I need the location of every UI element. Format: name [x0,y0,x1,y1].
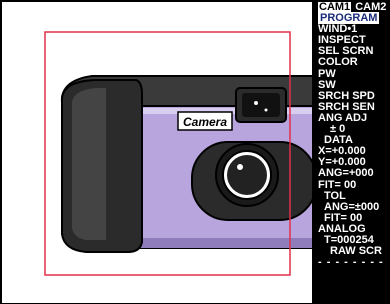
lens [191,141,312,221]
settings-menu: CAM1 CAM2 PROGRAM WIND•1 INSPECT SEL SCR… [312,0,390,304]
camera-illustration: Camera [44,31,312,276]
data-ang-value: ANG=+000 [318,167,374,180]
viewfinder [235,87,287,123]
camera-image-viewport: Camera [0,0,312,304]
menu-item-ang-adj[interactable]: ANG ADJ [318,112,390,124]
data-fit-value: FIT= 00 [318,178,357,191]
menu-item-pw[interactable]: PW [318,68,390,80]
menu-item-color[interactable]: COLOR [318,57,390,68]
brand-label: Camera [177,111,233,131]
menu-footer-dashes: - - - - - - - - [318,256,384,269]
brand-label-text: Camera [183,115,227,129]
